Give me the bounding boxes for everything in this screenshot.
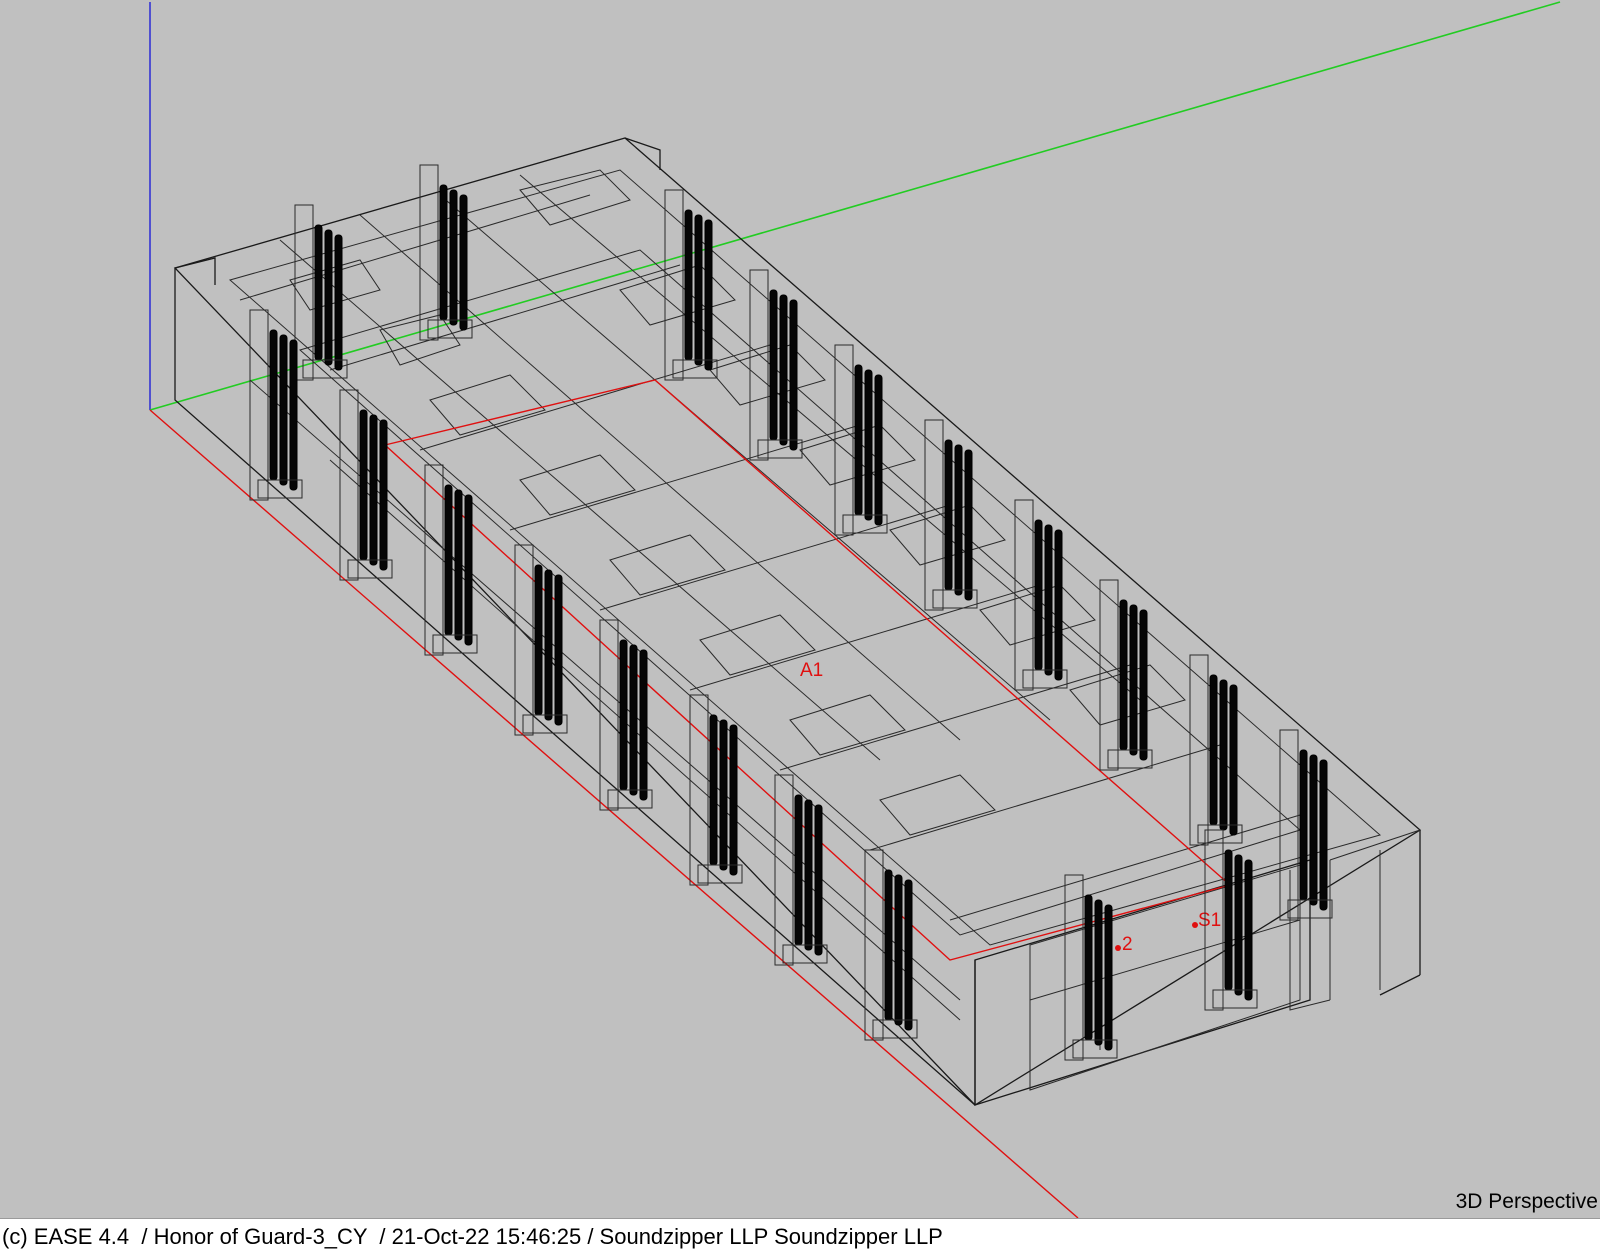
- column-bundle: [749, 269, 803, 461]
- column-bundle: [1099, 579, 1153, 771]
- x-axis: [149, 409, 1079, 1218]
- column-bundle: [834, 344, 888, 536]
- column-bundle: [924, 419, 978, 611]
- column-bundle: [1279, 729, 1333, 921]
- column-bundle: [1064, 874, 1118, 1061]
- 3d-viewport[interactable]: A1 S1 2 3D Perspective: [0, 0, 1600, 1218]
- audience-area-label: A1: [800, 660, 823, 681]
- wireframe-model[interactable]: A1 S1 2: [0, 0, 1600, 1218]
- column-bundle: [864, 849, 918, 1041]
- view-mode-label: 3D Perspective: [1455, 1190, 1598, 1213]
- column-bundle: [664, 189, 718, 381]
- column-bundle: [1189, 654, 1243, 846]
- source-s2-label: 2: [1122, 934, 1133, 955]
- column-bundle: [249, 309, 303, 501]
- source-s1[interactable]: S1: [1192, 910, 1221, 931]
- y-axis: [149, 1, 1561, 411]
- status-bar: (c) EASE 4.4 / Honor of Guard-3_CY / 21-…: [0, 1218, 1600, 1255]
- status-text: (c) EASE 4.4 / Honor of Guard-3_CY / 21-…: [2, 1224, 943, 1249]
- column-bundle: [1014, 499, 1068, 691]
- column-bundle: [689, 694, 743, 886]
- source-s2[interactable]: 2: [1115, 934, 1133, 955]
- source-s1-label: S1: [1198, 910, 1221, 931]
- room-outline: [173, 137, 1422, 1106]
- column-bundle: [774, 774, 828, 966]
- column-bundle: [419, 164, 473, 341]
